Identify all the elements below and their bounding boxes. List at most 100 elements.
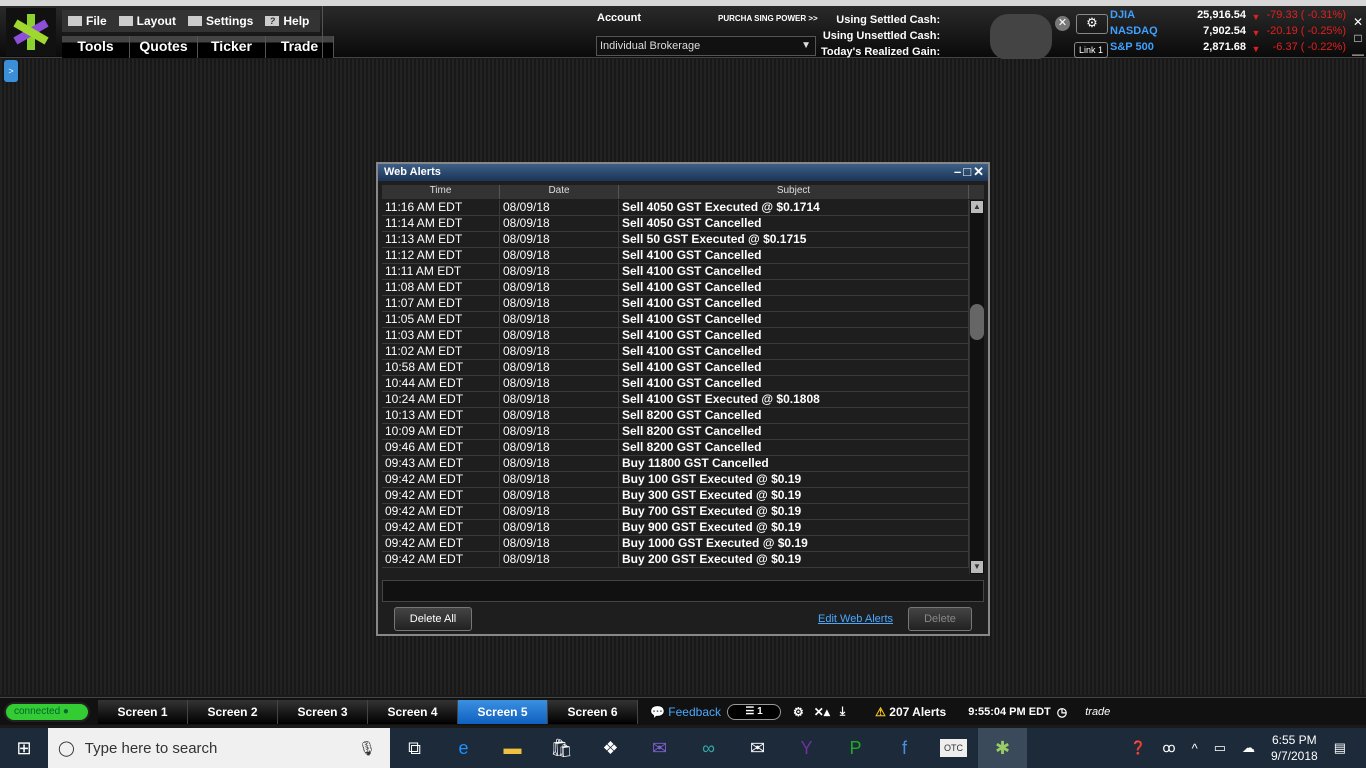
dropbox-icon[interactable]: ❖	[586, 738, 635, 759]
people-icon[interactable]: ꝏ	[1162, 740, 1175, 756]
help-icon[interactable]: ❓	[1130, 740, 1146, 756]
close-icon[interactable]: ✕	[1055, 16, 1070, 31]
alert-detail-field[interactable]	[382, 580, 984, 602]
otc-icon[interactable]: OTC	[929, 739, 978, 757]
index-row[interactable]: DJIA 25,916.54 ▼ -79.33 ( -0.31%)	[1110, 9, 1350, 25]
time-cell: 09:42 AM EDT	[382, 504, 500, 519]
edge-icon[interactable]: e	[439, 738, 488, 759]
table-row[interactable]: 11:03 AM EDT 08/09/18 Sell 4100 GST Cancel…	[382, 328, 969, 344]
account-select[interactable]: Individual Brokerage ▼	[596, 36, 816, 56]
table-row[interactable]: 10:24 AM EDT 08/09/18 Sell 4100 GST Execut…	[382, 392, 969, 408]
tab-ticker[interactable]: Ticker	[198, 36, 266, 58]
column-subject[interactable]: Subject	[619, 185, 969, 199]
tab-screen-1[interactable]: Screen 1	[98, 699, 188, 724]
tab-screen-4[interactable]: Screen 4	[368, 699, 458, 724]
battery-icon[interactable]: ▭	[1214, 740, 1226, 756]
edit-web-alerts-link[interactable]: Edit Web Alerts	[818, 613, 893, 625]
yahoo-icon[interactable]: Y	[782, 738, 831, 759]
table-row[interactable]: 10:44 AM EDT 08/09/18 Sell 4100 GST Cancel…	[382, 376, 969, 392]
table-row[interactable]: 11:08 AM EDT 08/09/18 Sell 4100 GST Cancel…	[382, 280, 969, 296]
clock-date: 9/7/2018	[1270, 749, 1318, 763]
tools-icon[interactable]: ✕▴	[814, 705, 830, 719]
tab-screen-2[interactable]: Screen 2	[188, 699, 278, 724]
tab-screen-3[interactable]: Screen 3	[278, 699, 368, 724]
table-row[interactable]: 11:13 AM EDT 08/09/18 Sell 50 GST Executed…	[382, 232, 969, 248]
tab-screen-6[interactable]: Screen 6	[548, 699, 638, 724]
table-row[interactable]: 11:05 AM EDT 08/09/18 Sell 4100 GST Cancel…	[382, 312, 969, 328]
infinity-icon[interactable]: ∞	[684, 738, 733, 759]
download-icon[interactable]: ⤓	[840, 704, 845, 719]
microphone-icon[interactable]: 🎙	[358, 740, 376, 757]
link-button[interactable]: Link 1	[1074, 42, 1108, 58]
chevron-up-icon[interactable]: ^	[1192, 741, 1198, 756]
notifications-icon[interactable]: ▤	[1334, 740, 1346, 756]
maximize-icon[interactable]: □	[1352, 30, 1364, 46]
column-date[interactable]: Date	[500, 185, 619, 199]
p-app-icon[interactable]: P	[831, 738, 880, 759]
table-row[interactable]: 09:42 AM EDT 08/09/18 Buy 100 GST Executed…	[382, 472, 969, 488]
close-icon[interactable]: ✕	[1352, 14, 1364, 30]
table-row[interactable]: 09:46 AM EDT 08/09/18 Sell 8200 GST Cancel…	[382, 440, 969, 456]
alerts-count[interactable]: ⚠ 207 Alerts	[875, 705, 946, 719]
menu-help[interactable]: ? Help	[265, 13, 309, 29]
minimize-icon[interactable]: –	[954, 164, 963, 179]
windows-start-icon[interactable]: ⊞	[0, 738, 48, 759]
date-cell: 08/09/18	[500, 328, 619, 343]
table-row[interactable]: 09:42 AM EDT 08/09/18 Buy 700 GST Executed…	[382, 504, 969, 520]
menu-file[interactable]: File	[68, 13, 107, 29]
purchasing-power-link[interactable]: PURCHA SING POWER >>	[718, 14, 818, 23]
delete-all-button[interactable]: Delete All	[394, 607, 472, 631]
index-row[interactable]: S&P 500 2,871.68 ▼ -6.37 ( -0.22%)	[1110, 41, 1350, 57]
cortana-icon: ◯	[58, 740, 75, 757]
table-row[interactable]: 11:16 AM EDT 08/09/18 Sell 4050 GST Execut…	[382, 200, 969, 216]
table-row[interactable]: 11:07 AM EDT 08/09/18 Sell 4100 GST Cancel…	[382, 296, 969, 312]
settings-icon[interactable]: ⚙	[793, 705, 804, 719]
table-row[interactable]: 09:42 AM EDT 08/09/18 Buy 900 GST Executed…	[382, 520, 969, 536]
table-row[interactable]: 11:12 AM EDT 08/09/18 Sell 4100 GST Cancel…	[382, 248, 969, 264]
time-cell: 11:07 AM EDT	[382, 296, 500, 311]
table-row[interactable]: 11:14 AM EDT 08/09/18 Sell 4050 GST Cancel…	[382, 216, 969, 232]
onedrive-icon[interactable]: ☁	[1242, 740, 1255, 756]
window-titlebar[interactable]: Web Alerts –□✕	[378, 164, 988, 181]
table-row[interactable]: 10:58 AM EDT 08/09/18 Sell 4100 GST Cancel…	[382, 360, 969, 376]
store-icon[interactable]: 🛍	[537, 738, 586, 759]
close-icon[interactable]: ✕	[973, 164, 986, 179]
task-view-icon[interactable]: ⧉	[390, 738, 439, 759]
table-row[interactable]: 09:42 AM EDT 08/09/18 Buy 1000 GST Execute…	[382, 536, 969, 552]
file-explorer-icon[interactable]: ▬	[488, 738, 537, 759]
table-row[interactable]: 09:42 AM EDT 08/09/18 Buy 300 GST Executed…	[382, 488, 969, 504]
tab-quotes[interactable]: Quotes	[130, 36, 198, 58]
etrade-pro-icon[interactable]: ✱	[978, 728, 1027, 768]
tab-screen-5[interactable]: Screen 5	[458, 699, 548, 724]
f-app-icon[interactable]: f	[880, 738, 929, 759]
scroll-up-icon[interactable]: ▲	[971, 201, 983, 213]
time-cell: 10:58 AM EDT	[382, 360, 500, 375]
table-row[interactable]: 11:02 AM EDT 08/09/18 Sell 4100 GST Cancel…	[382, 344, 969, 360]
maximize-icon[interactable]: □	[963, 164, 973, 179]
expand-sidebar-button[interactable]: >	[4, 60, 18, 82]
menu-settings[interactable]: Settings	[188, 13, 253, 29]
taskbar-search[interactable]: ◯ Type here to search 🎙	[48, 728, 390, 768]
mail-app-icon[interactable]: ✉	[733, 738, 782, 759]
feedback-link[interactable]: 💬 Feedback	[650, 705, 721, 719]
table-row[interactable]: 11:11 AM EDT 08/09/18 Sell 4100 GST Cancel…	[382, 264, 969, 280]
tab-tools[interactable]: Tools	[62, 36, 130, 58]
tab-trade[interactable]: Trade	[266, 36, 334, 58]
column-time[interactable]: Time	[382, 185, 500, 199]
gear-icon[interactable]: ⚙	[1076, 14, 1108, 34]
table-row[interactable]: 09:43 AM EDT 08/09/18 Buy 11800 GST Cancel…	[382, 456, 969, 472]
delete-button[interactable]: Delete	[908, 607, 972, 631]
time-cell: 09:42 AM EDT	[382, 488, 500, 503]
scroll-thumb[interactable]	[970, 304, 984, 340]
menu-layout[interactable]: Layout	[118, 13, 176, 29]
list-count-pill[interactable]: ☰ 1	[727, 703, 781, 720]
system-clock[interactable]: 6:55 PM 9/7/2018	[1271, 732, 1318, 764]
index-row[interactable]: NASDAQ 7,902.54 ▼ -20.19 ( -0.25%)	[1110, 25, 1350, 41]
table-row[interactable]: 09:42 AM EDT 08/09/18 Buy 200 GST Executed…	[382, 552, 969, 568]
mail-icon[interactable]: ✉	[635, 738, 684, 759]
date-cell: 08/09/18	[500, 408, 619, 423]
scroll-down-icon[interactable]: ▼	[971, 561, 983, 573]
scrollbar[interactable]: ▲ ▼	[969, 200, 984, 574]
table-row[interactable]: 10:13 AM EDT 08/09/18 Sell 8200 GST Cancel…	[382, 408, 969, 424]
table-row[interactable]: 10:09 AM EDT 08/09/18 Sell 8200 GST Cancel…	[382, 424, 969, 440]
